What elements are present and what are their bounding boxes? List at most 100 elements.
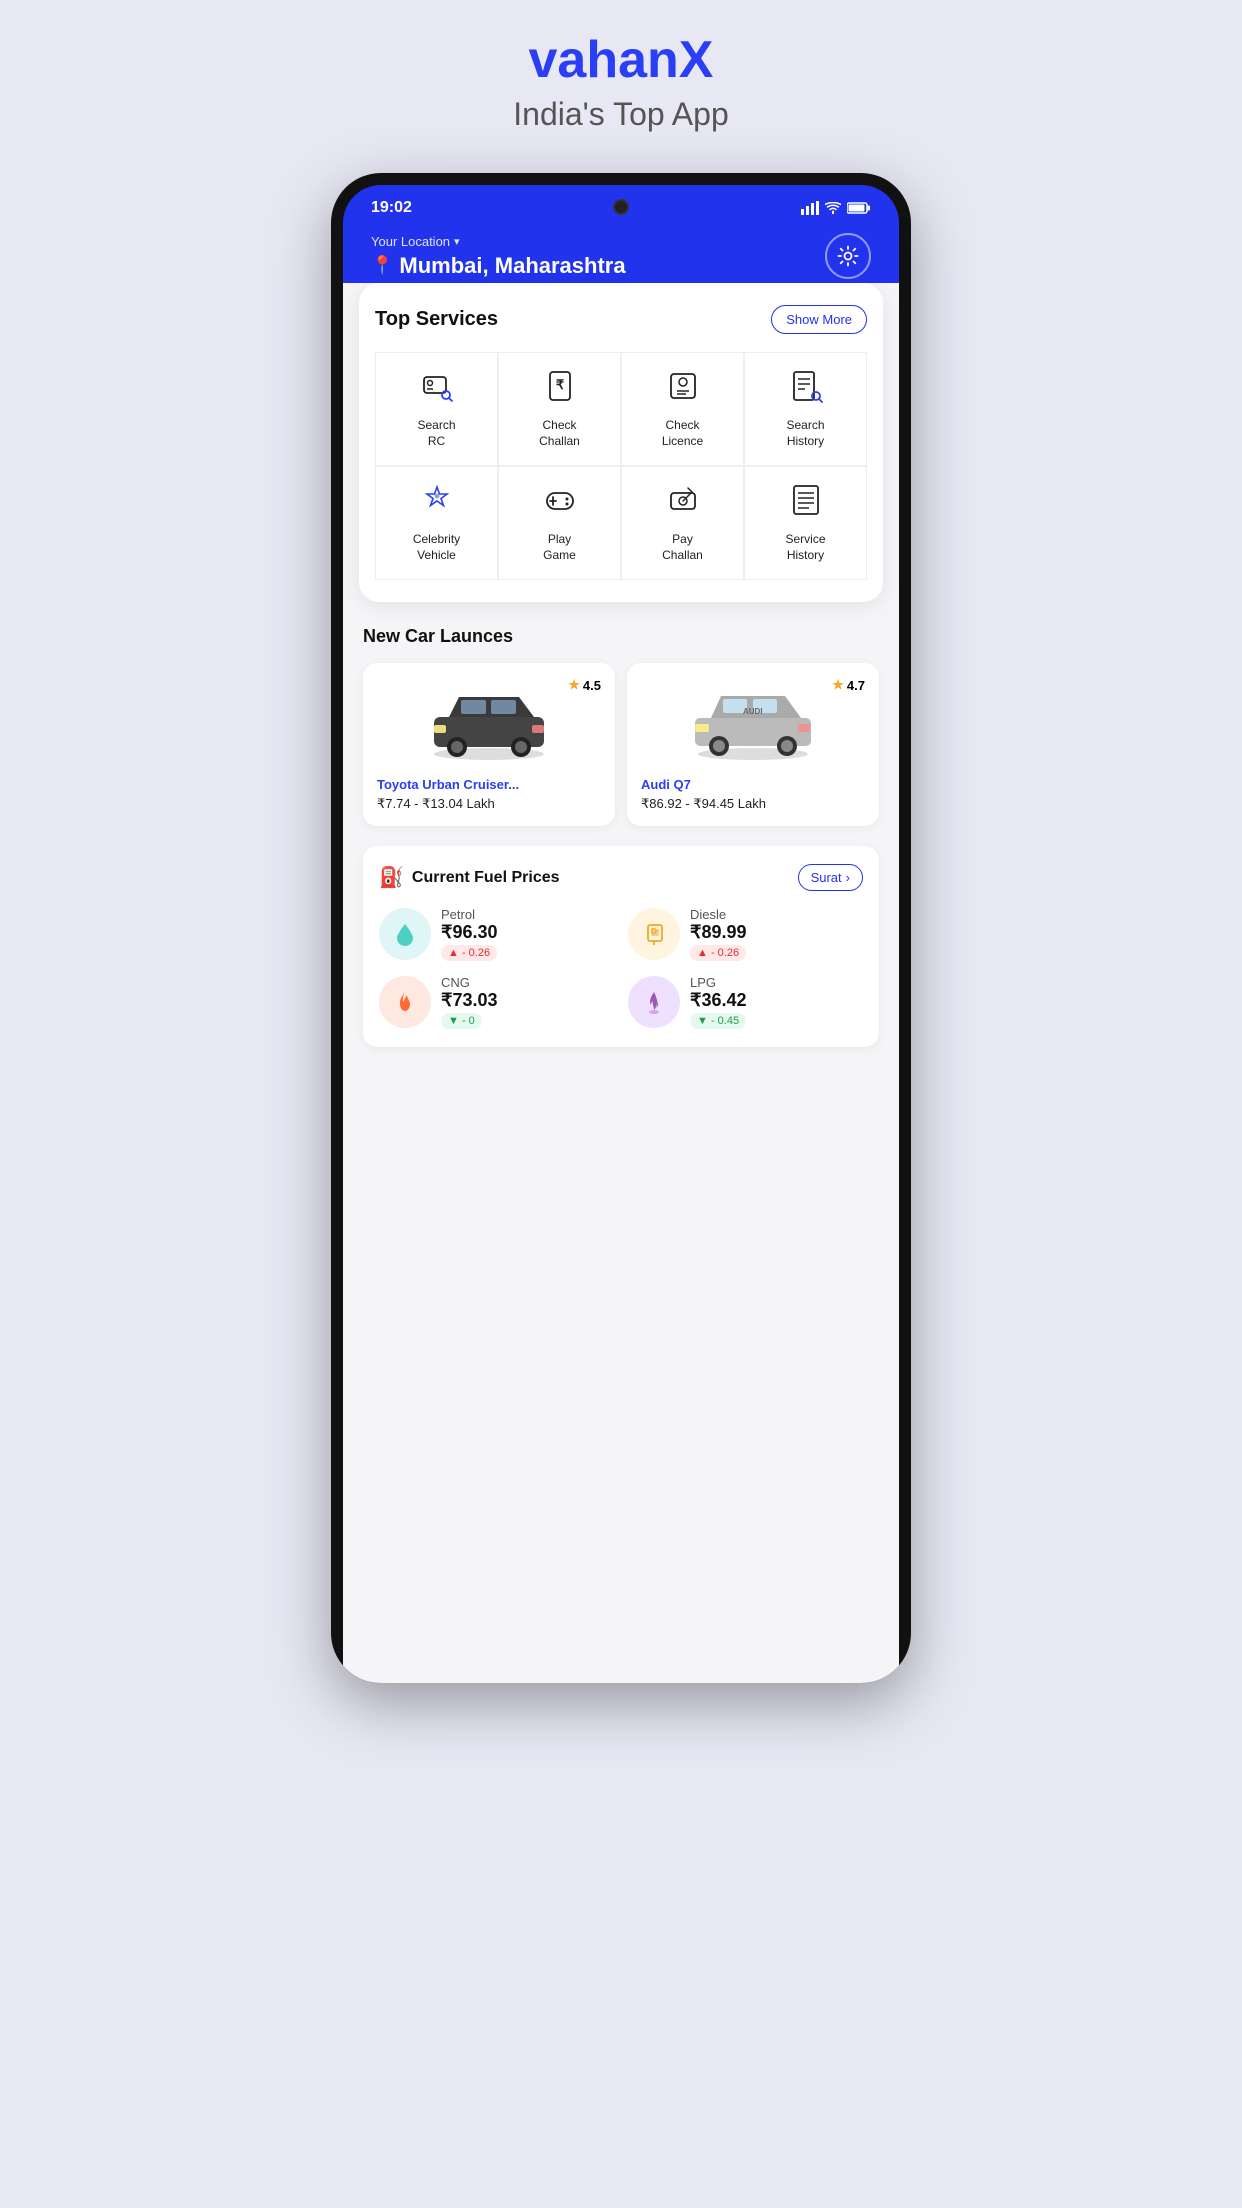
lpg-flame-icon <box>640 988 668 1016</box>
svg-text:D: D <box>651 927 657 936</box>
app-header: vahanX India's Top App <box>513 30 728 163</box>
app-title: vahanX <box>513 30 728 90</box>
car-image-area-audi: ★ 4.7 <box>641 677 865 767</box>
cng-label: CNG <box>441 975 498 990</box>
service-label-check-challan: CheckChallan <box>539 418 580 449</box>
fuel-item-lpg: LPG ₹36.42 ▼ - 0.45 <box>628 975 863 1029</box>
chevron-right-icon: › <box>846 870 850 885</box>
diesel-icon-circle: D <box>628 908 680 960</box>
gear-icon <box>837 245 859 267</box>
new-cars-section: New Car Launces ★ 4.5 <box>343 602 899 826</box>
service-item-play-game[interactable]: PlayGame <box>498 466 621 580</box>
service-label-search-rc: SearchRC <box>417 418 455 449</box>
play-game-icon <box>543 483 577 522</box>
service-item-search-history[interactable]: SearchHistory <box>744 352 867 466</box>
fuel-pump-icon: ⛽ <box>379 865 404 890</box>
app-title-blue: X <box>679 31 714 89</box>
status-time: 19:02 <box>371 199 412 217</box>
rating-value: 4.5 <box>583 678 601 693</box>
show-more-button[interactable]: Show More <box>771 305 867 334</box>
city-label: Surat <box>811 870 842 885</box>
chevron-down-icon: ▾ <box>454 235 460 248</box>
check-challan-icon: ₹ <box>543 369 577 408</box>
petrol-change: ▲ - 0.26 <box>441 945 497 961</box>
service-item-check-licence[interactable]: CheckLicence <box>621 352 744 466</box>
fuel-item-diesel: D Diesle ₹89.99 ▲ - 0.26 <box>628 907 863 961</box>
cng-icon-circle <box>379 976 431 1028</box>
car-rating-audi: ★ 4.7 <box>832 677 865 693</box>
car-card-toyota[interactable]: ★ 4.5 <box>363 663 615 826</box>
lpg-info: LPG ₹36.42 ▼ - 0.45 <box>690 975 747 1029</box>
service-item-service-history[interactable]: ServiceHistory <box>744 466 867 580</box>
fuel-title: Current Fuel Prices <box>412 869 560 887</box>
phone-content: Top Services Show More Sea <box>343 283 899 1683</box>
top-services-card: Top Services Show More Sea <box>359 283 883 602</box>
city-selector-button[interactable]: Surat › <box>798 864 863 891</box>
fuel-header: ⛽ Current Fuel Prices Surat › <box>379 864 863 891</box>
signal-icon <box>801 201 819 215</box>
status-bar: 19:02 <box>343 185 899 223</box>
star-icon: ★ <box>568 677 580 693</box>
service-item-pay-challan[interactable]: PayChallan <box>621 466 744 580</box>
search-rc-icon <box>420 369 454 408</box>
fuel-grid: Petrol ₹96.30 ▲ - 0.26 D <box>379 907 863 1029</box>
car-price-toyota: ₹7.74 - ₹13.04 Lakh <box>377 796 601 812</box>
lpg-change: ▼ - 0.45 <box>690 1013 746 1029</box>
battery-icon <box>847 202 871 214</box>
diesel-info: Diesle ₹89.99 ▲ - 0.26 <box>690 907 747 961</box>
service-item-celebrity-vehicle[interactable]: CelebrityVehicle <box>375 466 498 580</box>
petrol-icon-circle <box>379 908 431 960</box>
fuel-title-area: ⛽ Current Fuel Prices <box>379 865 560 890</box>
location-label: Your Location ▾ <box>371 234 626 249</box>
cng-change: ▼ - 0 <box>441 1013 482 1029</box>
service-label-celebrity-vehicle: CelebrityVehicle <box>413 532 460 563</box>
camera-notch <box>613 199 629 215</box>
fuel-prices-card: ⛽ Current Fuel Prices Surat › <box>363 846 879 1047</box>
services-card-header: Top Services Show More <box>375 305 867 334</box>
pin-icon: 📍 <box>371 255 393 276</box>
rating-value: 4.7 <box>847 678 865 693</box>
services-title: Top Services <box>375 308 498 331</box>
car-card-audi[interactable]: ★ 4.7 <box>627 663 879 826</box>
diesel-price: ₹89.99 <box>690 922 747 943</box>
star-icon: ★ <box>832 677 844 693</box>
service-history-icon <box>789 483 823 522</box>
wifi-icon <box>825 202 841 214</box>
status-icons <box>801 201 871 215</box>
app-title-black: vahan <box>529 31 679 89</box>
cng-price: ₹73.03 <box>441 990 498 1011</box>
cng-flame-icon <box>391 988 419 1016</box>
car-rating-toyota: ★ 4.5 <box>568 677 601 693</box>
search-history-icon <box>789 369 823 408</box>
lpg-label: LPG <box>690 975 747 990</box>
service-label-search-history: SearchHistory <box>786 418 824 449</box>
location-info: Your Location ▾ 📍 Mumbai, Maharashtra <box>371 234 626 279</box>
lpg-icon-circle <box>628 976 680 1028</box>
fuel-item-cng: CNG ₹73.03 ▼ - 0 <box>379 975 614 1029</box>
celebrity-vehicle-icon <box>420 483 454 522</box>
car-name-audi: Audi Q7 <box>641 777 865 792</box>
check-licence-icon <box>666 369 700 408</box>
pay-challan-icon <box>666 483 700 522</box>
petrol-drop-icon <box>391 920 419 948</box>
location-city: 📍 Mumbai, Maharashtra <box>371 253 626 279</box>
service-grid: SearchRC ₹ CheckChallan <box>375 352 867 580</box>
cng-info: CNG ₹73.03 ▼ - 0 <box>441 975 498 1029</box>
car-cards-grid: ★ 4.5 <box>363 663 879 826</box>
petrol-price: ₹96.30 <box>441 922 498 943</box>
app-subtitle: India's Top App <box>513 96 728 133</box>
service-label-pay-challan: PayChallan <box>662 532 703 563</box>
lpg-price: ₹36.42 <box>690 990 747 1011</box>
petrol-info: Petrol ₹96.30 ▲ - 0.26 <box>441 907 498 961</box>
service-label-check-licence: CheckLicence <box>662 418 703 449</box>
svg-text:AUDI: AUDI <box>743 707 763 716</box>
phone-frame: 19:02 <box>331 173 911 1683</box>
service-item-check-challan[interactable]: ₹ CheckChallan <box>498 352 621 466</box>
toyota-car-svg <box>419 682 559 762</box>
settings-button[interactable] <box>825 233 871 279</box>
new-cars-title: New Car Launces <box>363 626 879 647</box>
service-item-search-rc[interactable]: SearchRC <box>375 352 498 466</box>
car-name-toyota: Toyota Urban Cruiser... <box>377 777 601 792</box>
petrol-label: Petrol <box>441 907 498 922</box>
car-image-area-toyota: ★ 4.5 <box>377 677 601 767</box>
